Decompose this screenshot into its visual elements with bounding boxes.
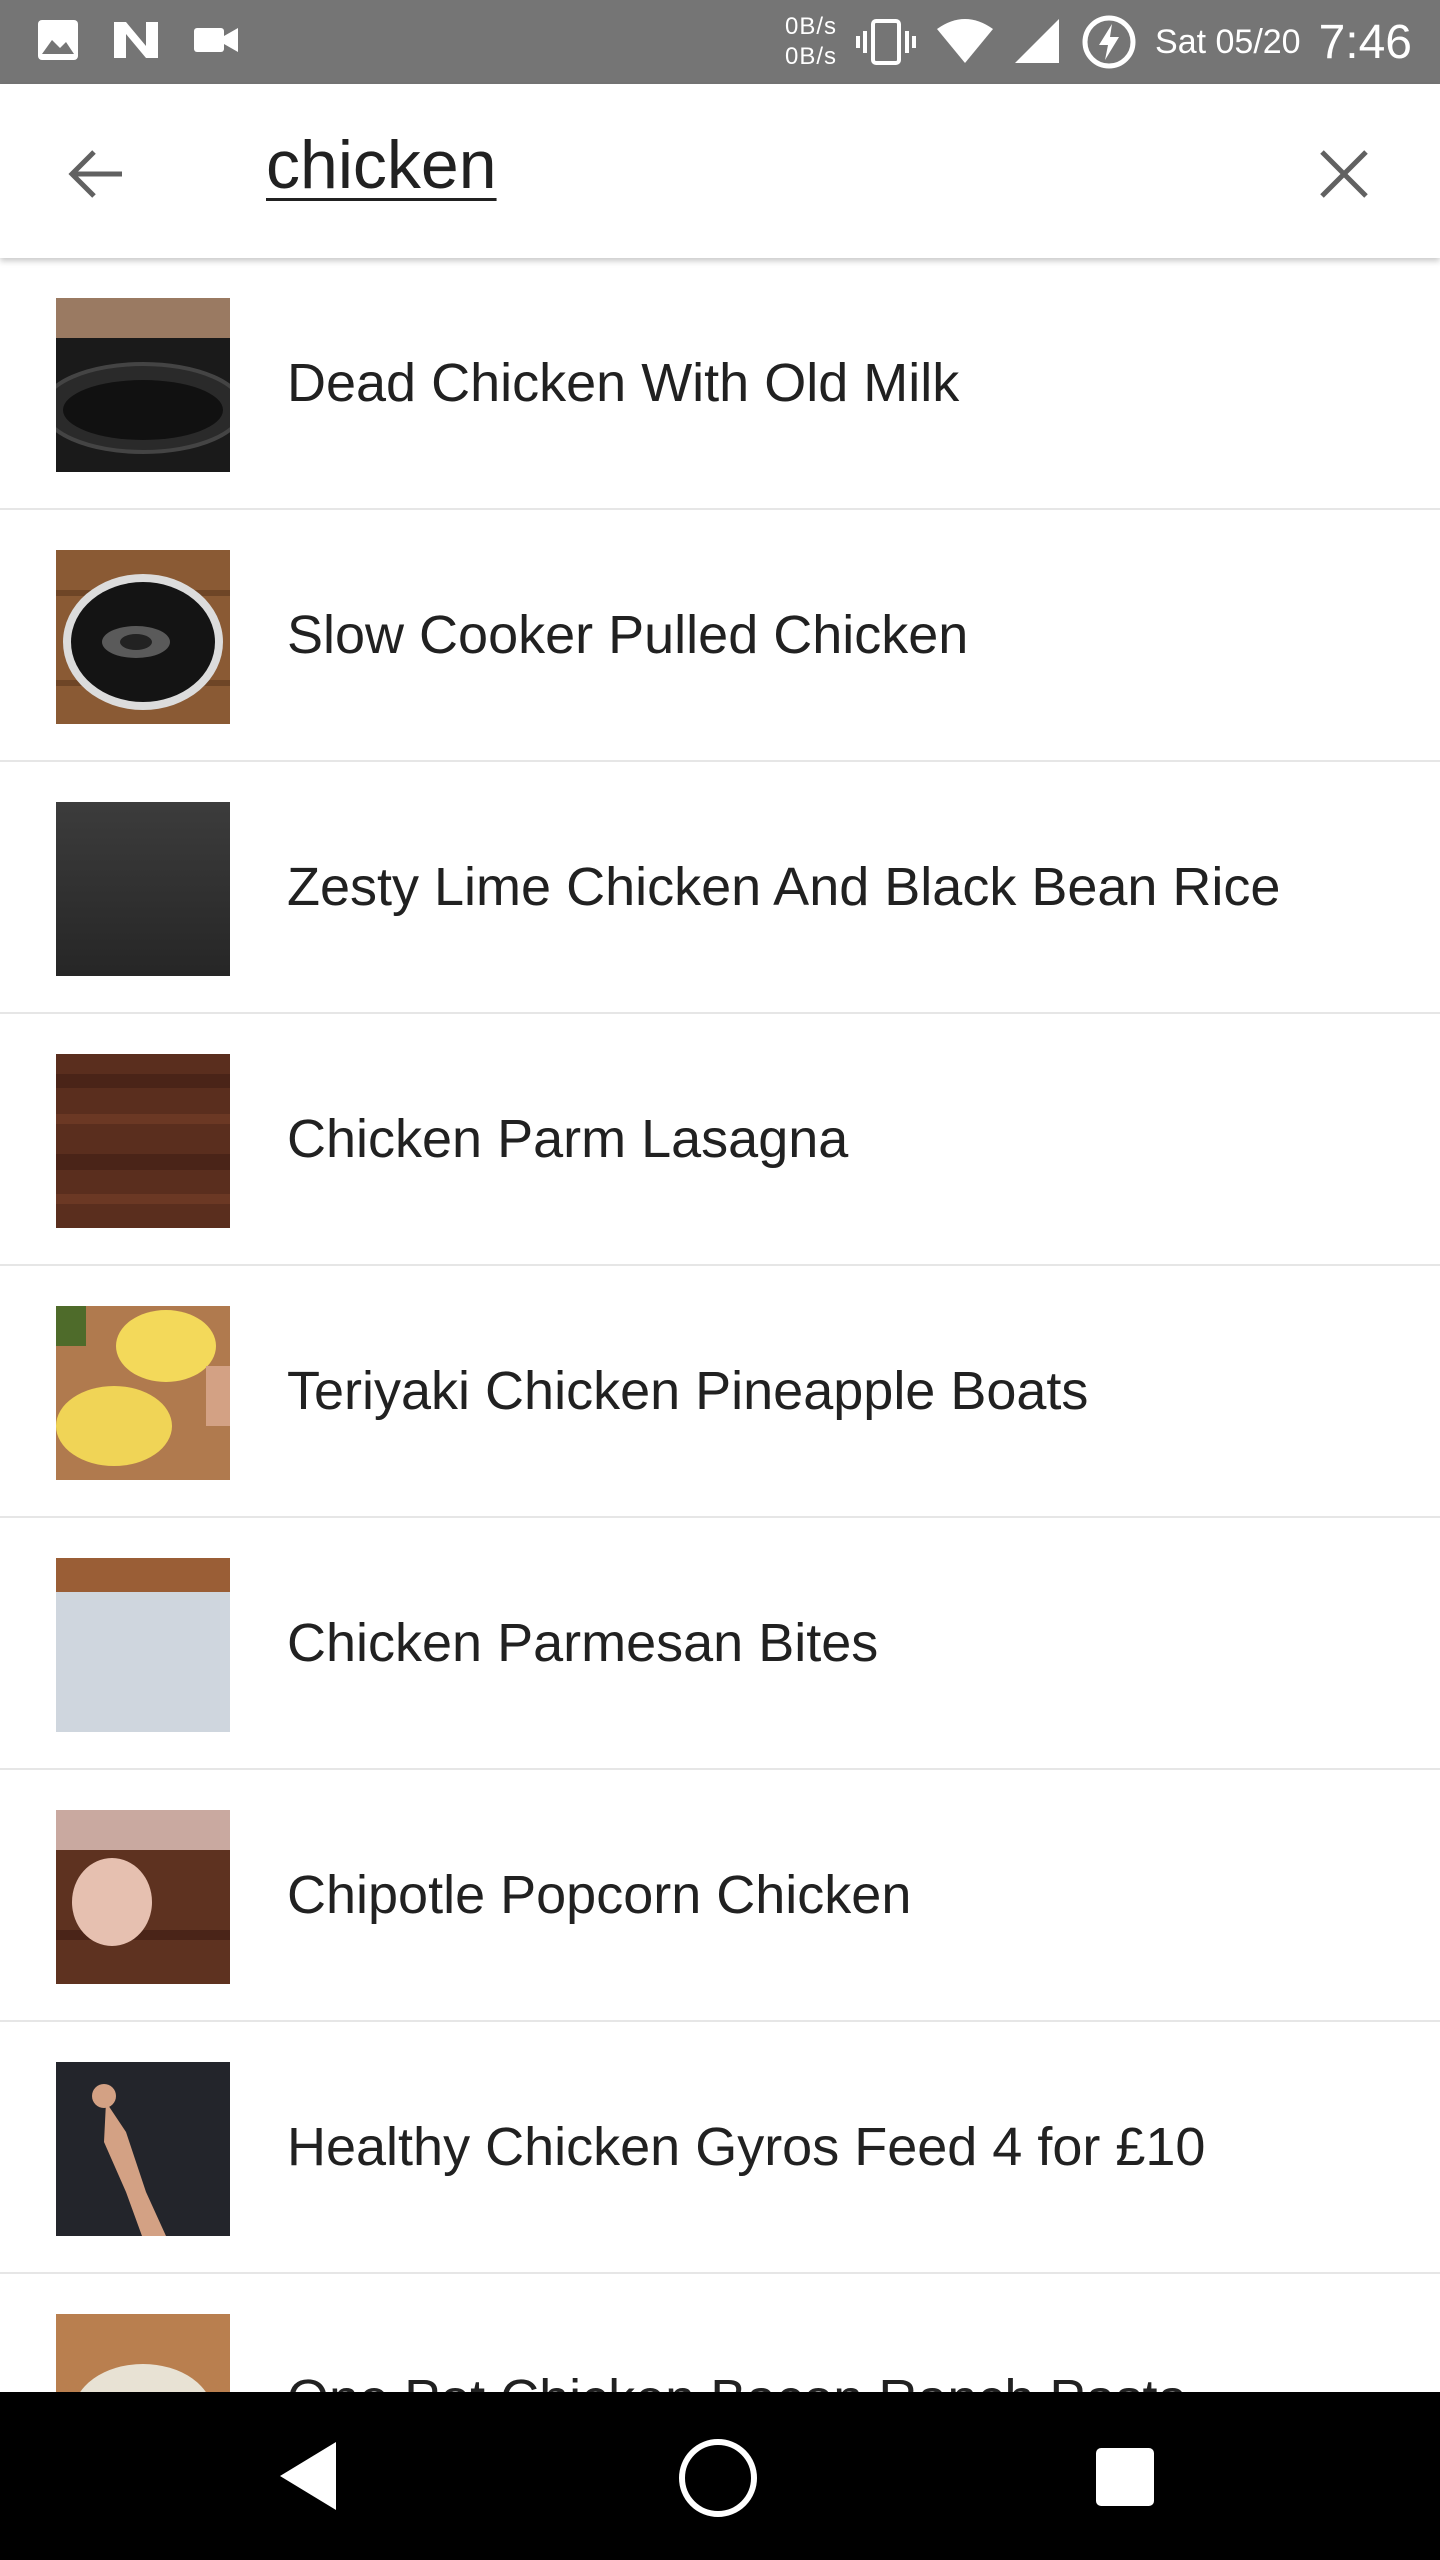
result-item[interactable]: Chicken Parmesan Bites — [0, 1518, 1440, 1770]
recipe-thumbnail — [56, 2062, 230, 2236]
status-time: 7:46 — [1318, 15, 1412, 69]
image-icon — [38, 20, 78, 60]
arrow-back-icon — [68, 150, 122, 198]
status-date: Sat 05/20 — [1155, 22, 1301, 61]
recipe-thumbnail — [56, 298, 230, 472]
recipe-thumbnail — [56, 802, 230, 976]
result-title: Slow Cooker Pulled Chicken — [287, 605, 969, 665]
nav-back-icon[interactable] — [276, 2436, 340, 2516]
net-up-speed: 0B/s — [784, 13, 838, 40]
result-title: Chicken Parm Lasagna — [287, 1109, 849, 1169]
result-title: Healthy Chicken Gyros Feed 4 for £10 — [287, 2117, 1206, 2177]
recipe-thumbnail — [56, 2314, 230, 2392]
result-title: Chicken Parmesan Bites — [287, 1613, 879, 1673]
back-button[interactable] — [56, 134, 136, 214]
nav-home-icon[interactable] — [676, 2436, 760, 2520]
search-results-list: Dead Chicken With Old Milk Slow Cooker P… — [0, 258, 1440, 2392]
notification-icons — [36, 18, 240, 62]
result-title: Chipotle Popcorn Chicken — [287, 1865, 912, 1925]
recipe-thumbnail — [56, 1810, 230, 1984]
vibrate-icon — [856, 19, 917, 65]
result-title: One Pot Chicken Bacon Ranch Pasta — [287, 2368, 1188, 2392]
result-title: Zesty Lime Chicken And Black Bean Rice — [287, 857, 1281, 917]
recipe-thumbnail — [56, 1054, 230, 1228]
system-navigation-bar — [0, 2392, 1440, 2560]
result-item[interactable]: Healthy Chicken Gyros Feed 4 for £10 — [0, 2022, 1440, 2274]
result-item[interactable]: Zesty Lime Chicken And Black Bean Rice — [0, 762, 1440, 1014]
recipe-thumbnail — [56, 550, 230, 724]
video-icon — [194, 28, 238, 52]
recipe-thumbnail — [56, 1558, 230, 1732]
clear-search-button[interactable] — [1304, 134, 1384, 214]
network-speed: 0B/s 0B/s — [785, 12, 837, 72]
result-item[interactable]: Dead Chicken With Old Milk — [0, 258, 1440, 510]
result-title: Dead Chicken With Old Milk — [287, 353, 960, 413]
signal-icon — [1015, 19, 1060, 63]
system-status: 0B/s 0B/s Sat 05/20 7:46 — [785, 0, 1412, 84]
close-icon — [1320, 150, 1368, 198]
result-item[interactable]: Teriyaki Chicken Pineapple Boats — [0, 1266, 1440, 1518]
search-bar: chicken — [0, 84, 1440, 258]
result-title: Teriyaki Chicken Pineapple Boats — [287, 1361, 1089, 1421]
battery-charging-icon — [1082, 15, 1136, 69]
result-item[interactable]: One Pot Chicken Bacon Ranch Pasta — [0, 2274, 1440, 2392]
net-down-speed: 0B/s — [784, 43, 838, 70]
status-bar: 0B/s 0B/s Sat 05/20 7:46 — [0, 0, 1440, 84]
recipe-thumbnail — [56, 1306, 230, 1480]
nav-recents-icon[interactable] — [1094, 2446, 1156, 2508]
wifi-icon — [937, 19, 994, 63]
result-item[interactable]: Slow Cooker Pulled Chicken — [0, 510, 1440, 762]
result-item[interactable]: Chipotle Popcorn Chicken — [0, 1770, 1440, 2022]
n-logo-icon — [114, 22, 158, 58]
search-input[interactable]: chicken — [266, 126, 497, 204]
result-item[interactable]: Chicken Parm Lasagna — [0, 1014, 1440, 1266]
